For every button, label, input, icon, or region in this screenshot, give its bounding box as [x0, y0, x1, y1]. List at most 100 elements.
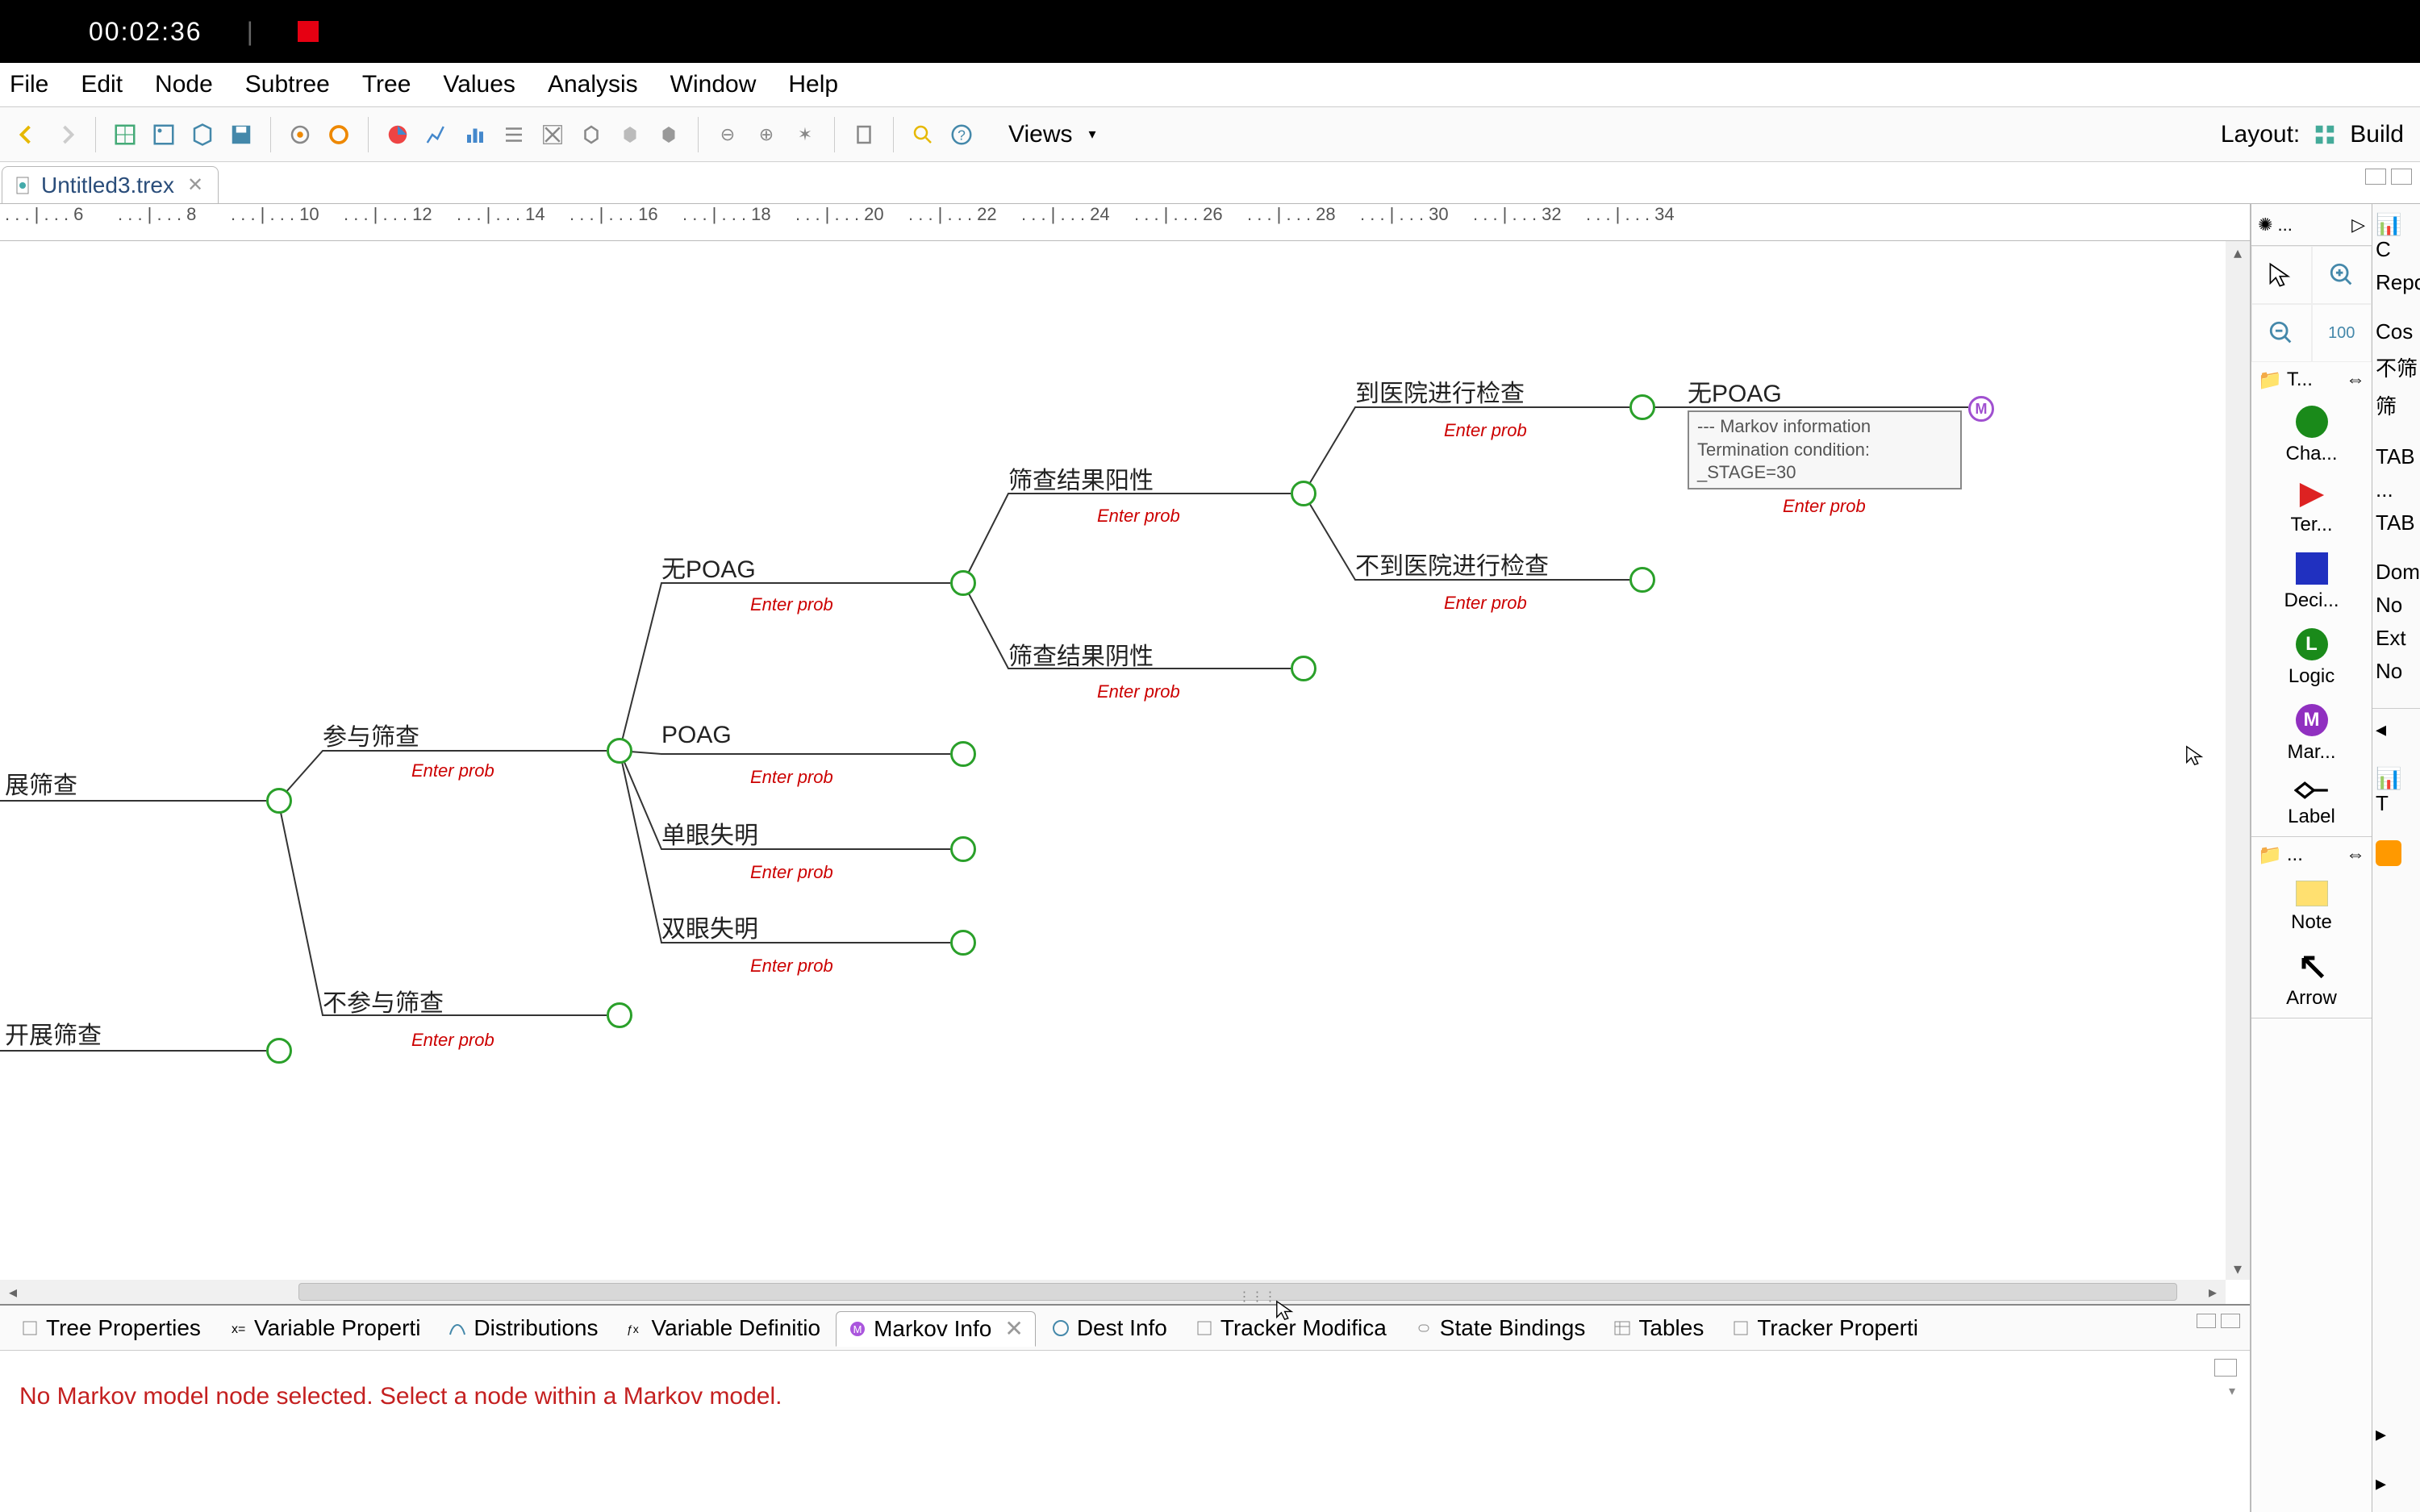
enter-prob[interactable]: Enter prob	[1444, 593, 1527, 614]
tb-clip[interactable]	[848, 119, 880, 151]
tb-icon-2[interactable]	[148, 119, 180, 151]
right-repo[interactable]: Repo	[2376, 270, 2420, 295]
menu-help[interactable]: Help	[788, 71, 838, 98]
enter-prob[interactable]: Enter prob	[411, 760, 494, 781]
tab-variable-properties[interactable]: x=Variable Properti	[216, 1310, 432, 1346]
enter-prob[interactable]: Enter prob	[411, 1030, 494, 1051]
chance-node-icon[interactable]	[950, 570, 976, 596]
menu-subtree[interactable]: Subtree	[245, 71, 330, 98]
tab-dest-info[interactable]: Dest Info	[1039, 1310, 1179, 1346]
palette-menu-icon[interactable]: ✺ ...	[2258, 215, 2293, 235]
palette-label[interactable]: Label	[2251, 772, 2372, 836]
chance-node-icon[interactable]	[607, 1002, 632, 1028]
menu-edit[interactable]: Edit	[81, 71, 123, 98]
tb-cube-1[interactable]	[575, 119, 607, 151]
node-n5[interactable]: 单眼失明	[661, 815, 758, 851]
chance-node-icon[interactable]	[950, 741, 976, 767]
tb-icon-3[interactable]	[186, 119, 219, 151]
palette-terminal[interactable]: Ter...	[2251, 473, 2372, 544]
tab-tables[interactable]: Tables	[1600, 1310, 1716, 1346]
right-tab1[interactable]: TAB	[2376, 444, 2415, 469]
enter-prob[interactable]: Enter prob	[750, 594, 833, 615]
chance-node-icon[interactable]	[1291, 656, 1316, 681]
forward-button[interactable]	[50, 119, 82, 151]
palette-section-title[interactable]: T...	[2287, 369, 2313, 391]
enter-prob[interactable]: Enter prob	[1783, 496, 1866, 517]
panel-menu-icon[interactable]	[2214, 1359, 2237, 1377]
node-root2[interactable]: 开展筛查	[5, 1015, 102, 1051]
tb-cube-2[interactable]	[614, 119, 646, 151]
tree-canvas[interactable]: 展筛查 开展筛查 参与筛查 Enter prob 不参与筛查 Enter pro…	[0, 241, 2250, 1304]
markov-node-icon[interactable]: M	[1968, 396, 1994, 422]
enter-prob[interactable]: Enter prob	[750, 956, 833, 977]
palette-chance[interactable]: Cha...	[2251, 398, 2372, 473]
menu-node[interactable]: Node	[155, 71, 213, 98]
right-cos[interactable]: Cos	[2376, 319, 2413, 344]
node-n1[interactable]: 参与筛查	[323, 717, 419, 752]
zoom-in-tool[interactable]	[2312, 246, 2372, 304]
palette-section-title-2[interactable]: ...	[2287, 843, 2303, 866]
palette-arrow[interactable]: Arrow	[2251, 942, 2372, 1018]
menu-tree[interactable]: Tree	[362, 71, 411, 98]
tb-m3[interactable]: ✶	[789, 119, 821, 151]
palette-markov[interactable]: MMar...	[2251, 696, 2372, 772]
tab-markov-info[interactable]: MMarkov Info✕	[836, 1311, 1036, 1347]
node-n6[interactable]: 双眼失明	[661, 909, 758, 944]
save-button[interactable]	[225, 119, 257, 151]
enter-prob[interactable]: Enter prob	[1097, 506, 1180, 527]
tb-chart-4[interactable]	[498, 119, 530, 151]
chance-node-icon[interactable]	[266, 788, 292, 814]
help-icon[interactable]: ?	[945, 119, 978, 151]
tb-icon-1[interactable]	[109, 119, 141, 151]
node-n8[interactable]: 筛查结果阴性	[1008, 636, 1154, 672]
node-root1[interactable]: 展筛查	[5, 765, 77, 801]
tab-tree-properties[interactable]: Tree Properties	[8, 1310, 213, 1346]
palette-decision[interactable]: Deci...	[2251, 544, 2372, 620]
minimize-pane-icon[interactable]	[2365, 169, 2386, 185]
node-n7[interactable]: 筛查结果阳性	[1008, 460, 1154, 496]
menu-values[interactable]: Values	[443, 71, 515, 98]
back-button[interactable]	[11, 119, 44, 151]
expand-icon-2[interactable]: ▸	[2376, 1471, 2386, 1496]
tb-chart-2[interactable]	[420, 119, 453, 151]
tb-m2[interactable]: ⊕	[750, 119, 782, 151]
node-n2[interactable]: 不参与筛查	[323, 983, 444, 1018]
markov-info-box[interactable]: --- Markov information Termination condi…	[1688, 410, 1962, 489]
minimize-icon[interactable]	[2197, 1314, 2216, 1328]
node-n4[interactable]: POAG	[661, 722, 732, 749]
enter-prob[interactable]: Enter prob	[750, 767, 833, 788]
tb-chart-1[interactable]	[382, 119, 414, 151]
enter-prob[interactable]: Enter prob	[750, 862, 833, 883]
enter-prob[interactable]: Enter prob	[1097, 681, 1180, 702]
views-dropdown[interactable]: Views▾	[1008, 121, 1096, 148]
menu-analysis[interactable]: Analysis	[548, 71, 638, 98]
zoom-100-tool[interactable]: 100	[2312, 304, 2372, 362]
layout-control[interactable]: Layout: Build	[2221, 121, 2404, 148]
rss-icon[interactable]	[2376, 840, 2401, 866]
expand-icon[interactable]: ▸	[2376, 1422, 2386, 1447]
chance-node-icon[interactable]	[1629, 567, 1655, 593]
enter-prob[interactable]: Enter prob	[1444, 420, 1527, 441]
tb-m1[interactable]: ⊖	[711, 119, 744, 151]
close-icon[interactable]: ✕	[1004, 1315, 1023, 1342]
menu-file[interactable]: File	[10, 71, 48, 98]
zoom-out-tool[interactable]	[2251, 304, 2312, 362]
right-c[interactable]: C	[2376, 237, 2391, 261]
node-n11[interactable]: 无POAG	[1688, 373, 1782, 409]
menu-window[interactable]: Window	[670, 71, 757, 98]
vertical-scrollbar[interactable]: ▴▾	[2226, 241, 2250, 1280]
tab-distributions[interactable]: Distributions	[436, 1310, 610, 1346]
chance-node-icon[interactable]	[1629, 394, 1655, 420]
document-tab[interactable]: Untitled3.trex ✕	[2, 166, 219, 203]
chance-node-icon[interactable]	[1291, 481, 1316, 506]
tb-icon-r2[interactable]	[323, 119, 355, 151]
chance-node-icon[interactable]	[950, 930, 976, 956]
palette-note[interactable]: Note	[2251, 873, 2372, 942]
close-tab-icon[interactable]: ✕	[187, 173, 203, 197]
search-icon[interactable]	[907, 119, 939, 151]
chance-node-icon[interactable]	[266, 1038, 292, 1064]
tb-icon-r1[interactable]	[284, 119, 316, 151]
horizontal-scrollbar[interactable]: ◂ ⋮⋮⋮ ▸	[0, 1280, 2226, 1304]
chance-node-icon[interactable]	[950, 836, 976, 862]
tb-chart-3[interactable]	[459, 119, 491, 151]
